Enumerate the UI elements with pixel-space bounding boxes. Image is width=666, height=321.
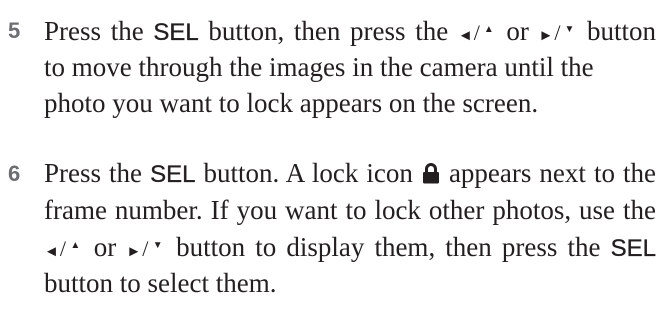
slash-separator: / (142, 236, 149, 261)
instruction-text: button, then press the (198, 16, 458, 46)
right-down-button-symbol: ►/▼ (126, 232, 166, 262)
sel-button-label: SEL (153, 19, 199, 46)
sel-button-label: SEL (150, 161, 196, 188)
slash-separator: / (59, 236, 66, 261)
instruction-text: photo you want to lock appears on the sc… (44, 88, 539, 118)
left-up-button-symbol: ◄/▲ (44, 232, 84, 262)
down-arrow-icon: ▼ (561, 24, 578, 35)
step-instructions: Press the SEL button. A lock icon appear… (44, 155, 656, 301)
right-down-button-symbol: ►/▼ (539, 16, 578, 46)
instruction-line-2: frame number. If you want to lock other … (44, 192, 656, 229)
step-number: 6 (8, 161, 21, 186)
instruction-line-1: Press the SEL button, then press the ◄/▲… (44, 12, 656, 49)
left-arrow-icon: ◄ (457, 27, 473, 44)
up-arrow-icon: ▲ (66, 240, 84, 251)
right-arrow-icon: ► (126, 243, 142, 260)
instruction-text: to move through the images in the camera… (44, 51, 594, 82)
instruction-text: button. A lock icon (195, 158, 421, 188)
up-arrow-icon: ▲ (480, 24, 497, 35)
instruction-line-2: to move through the images in the camera… (44, 49, 656, 86)
down-arrow-icon: ▼ (149, 240, 166, 251)
slash-separator: / (554, 20, 561, 45)
right-arrow-icon: ► (538, 27, 554, 44)
instruction-text: or (83, 232, 127, 262)
instruction-line-4: button to select them. (44, 265, 656, 302)
instruction-text: button to display them, then press the (165, 232, 611, 262)
left-arrow-icon: ◄ (44, 243, 59, 260)
instruction-text: or (496, 16, 539, 46)
step-instructions: Press the SEL button, then press the ◄/▲… (44, 12, 656, 122)
instruction-text: button to select them. (44, 267, 277, 298)
instruction-text: appears next to the (440, 158, 656, 188)
manual-page: 5 Press the SEL button, then press the ◄… (0, 0, 666, 321)
instruction-line-3: ◄/▲ or ►/▼ button to display them, then … (44, 228, 656, 265)
lock-icon (422, 163, 439, 184)
slash-separator: / (473, 20, 480, 45)
instruction-text: Press the (44, 158, 151, 188)
sel-button-label: SEL (610, 235, 656, 262)
instruction-line-1: Press the SEL button. A lock icon appear… (44, 155, 656, 192)
step-number: 5 (8, 18, 21, 43)
left-up-button-symbol: ◄/▲ (458, 16, 497, 46)
instruction-line-3: photo you want to lock appears on the sc… (44, 85, 656, 122)
instruction-text: frame number. If you want to lock other … (44, 194, 656, 225)
instruction-text: Press the (44, 16, 154, 46)
instruction-text: button (577, 16, 657, 46)
